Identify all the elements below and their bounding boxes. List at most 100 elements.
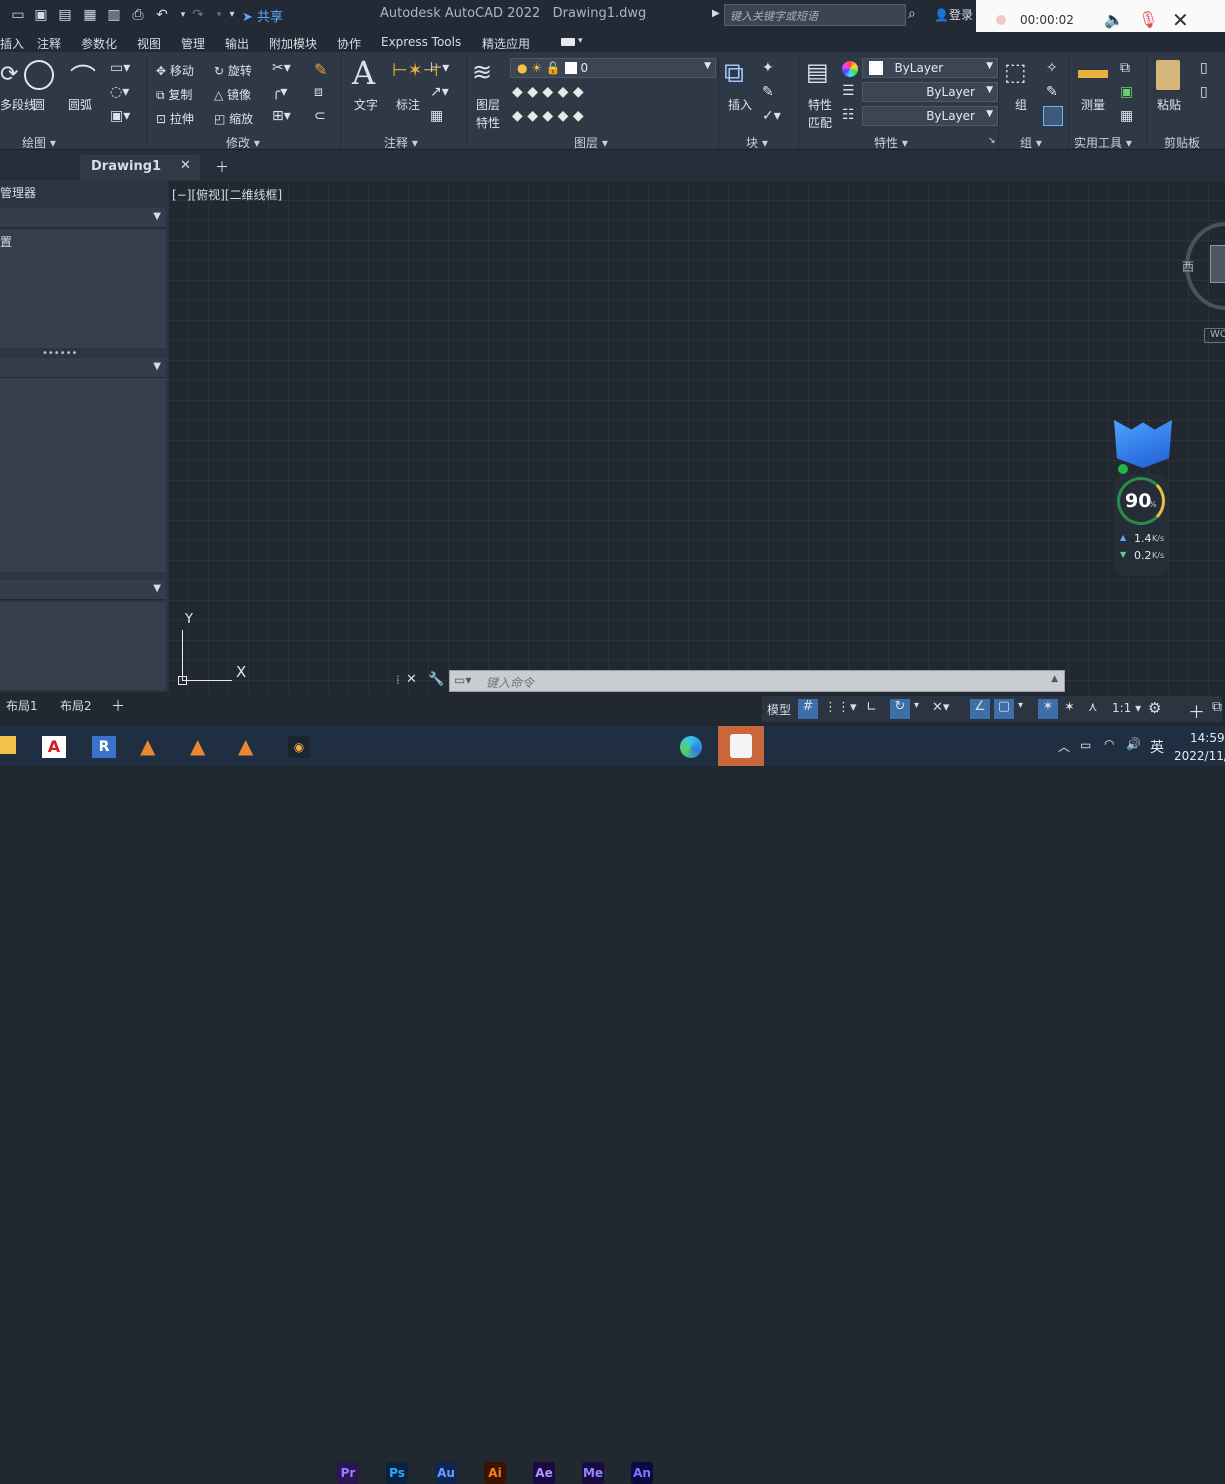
group-icon[interactable]: ⬚: [1004, 58, 1027, 86]
rotate-button[interactable]: ↻ 旋转: [214, 62, 252, 79]
group-button[interactable]: 组: [1015, 96, 1027, 113]
revit-icon[interactable]: R: [92, 736, 116, 758]
share-button[interactable]: ➤ 共享: [242, 6, 283, 25]
text-button[interactable]: 文字: [354, 96, 378, 113]
palette-dropdown-2[interactable]: ▼: [0, 358, 166, 378]
array-icon[interactable]: ⧈: [314, 84, 323, 100]
ribbon-minimize-icon[interactable]: [561, 38, 575, 46]
photoshop-icon[interactable]: Ps: [386, 1462, 408, 1484]
ungroup-icon[interactable]: ✧: [1046, 60, 1058, 76]
matlab-icon-1[interactable]: ▲: [140, 734, 155, 758]
move-button[interactable]: ✥ 移动: [156, 62, 194, 79]
autocad-icon[interactable]: A: [42, 736, 66, 758]
group-edit-icon[interactable]: ✎: [1046, 84, 1058, 100]
annotation-scale-icon[interactable]: ⋏: [1088, 700, 1098, 715]
modify-panel-title[interactable]: 修改 ▾: [226, 134, 260, 151]
redo-icon[interactable]: ↷: [190, 6, 206, 24]
boundary-icon[interactable]: ▣▾: [110, 108, 130, 124]
draw-panel-title[interactable]: 绘图 ▾: [22, 134, 56, 151]
command-customize-icon[interactable]: 🔧: [428, 672, 444, 687]
copy-clip-icon[interactable]: ▯: [1200, 84, 1208, 100]
tab-addins[interactable]: 附加模块: [269, 35, 317, 52]
command-close-icon[interactable]: ✕: [406, 672, 417, 687]
osnap-dropdown-icon[interactable]: ▾: [1018, 700, 1023, 711]
ribbon-minimize-dropdown-icon[interactable]: ▾: [578, 36, 583, 46]
linear-dim-icon[interactable]: ⊢▾: [430, 60, 449, 76]
snap-icon[interactable]: ⋮⋮▾: [824, 700, 857, 715]
command-prompt-icon[interactable]: ▭▾: [454, 673, 471, 687]
clock-date[interactable]: 2022/11/: [1174, 749, 1225, 763]
measure-button[interactable]: 测量: [1081, 96, 1105, 113]
layers-panel-title[interactable]: 图层 ▾: [574, 134, 608, 151]
layer-properties-label-2[interactable]: 特性: [476, 114, 500, 131]
polyline-button[interactable]: 多段线: [0, 96, 36, 113]
create-block-icon[interactable]: ✦: [762, 60, 774, 76]
annotation-panel-title[interactable]: 注释 ▾: [384, 134, 418, 151]
customize-qat-icon[interactable]: ▾: [224, 6, 240, 24]
volume-icon[interactable]: 🔊: [1126, 737, 1141, 751]
fillet-icon[interactable]: ╭▾: [272, 84, 287, 100]
tab-featured-apps[interactable]: 精选应用: [482, 35, 530, 52]
scale-button[interactable]: ◰ 缩放: [214, 110, 253, 127]
wifi-icon[interactable]: ◠: [1104, 737, 1114, 751]
layer-tools-row-2-icon[interactable]: ◆ ◆ ◆ ◆ ◆: [512, 108, 584, 124]
file-explorer-icon[interactable]: [0, 736, 16, 754]
undo-icon[interactable]: ↶: [154, 6, 170, 24]
close-tab-icon[interactable]: ✕: [180, 158, 191, 173]
measure-icon[interactable]: [1078, 70, 1108, 78]
tab-drawing1[interactable]: Drawing1 ✕: [80, 155, 200, 180]
linetype-dropdown[interactable]: ByLayer ▼: [862, 82, 998, 102]
search-icon[interactable]: ⌕: [908, 6, 916, 22]
groups-panel-title[interactable]: 组 ▾: [1020, 134, 1042, 151]
cut-icon[interactable]: ▯: [1200, 60, 1208, 76]
tab-express-tools[interactable]: Express Tools: [381, 35, 461, 49]
scale-dropdown[interactable]: 1:1 ▾: [1112, 701, 1141, 715]
annotation-visibility-icon[interactable]: ✶: [1038, 699, 1058, 719]
expand-arrow-icon[interactable]: ▶: [712, 8, 720, 19]
open-icon[interactable]: ▭: [10, 6, 26, 24]
arc-icon[interactable]: ⌒: [70, 58, 96, 95]
audition-icon[interactable]: Au: [435, 1462, 457, 1484]
premiere-icon[interactable]: Pr: [337, 1462, 359, 1484]
drawing-canvas[interactable]: [168, 180, 1225, 692]
save-icon[interactable]: ▣: [33, 6, 49, 24]
viewcube-face[interactable]: [1210, 245, 1225, 283]
grid-icon[interactable]: #: [798, 699, 818, 719]
save-as-icon[interactable]: ▤: [57, 6, 73, 24]
object-snap-icon[interactable]: ▢: [994, 699, 1014, 719]
lineweight-dropdown[interactable]: ByLayer ▼: [862, 106, 998, 126]
select-all-icon[interactable]: ▣: [1120, 84, 1133, 100]
model-space-button[interactable]: 模型: [767, 701, 791, 718]
close-icon[interactable]: ✕: [1172, 8, 1189, 32]
insert-block-icon[interactable]: ⧉: [724, 56, 744, 90]
fullscreen-icon[interactable]: ⧉: [1212, 699, 1222, 715]
viewcube-west-label[interactable]: 西: [1182, 258, 1194, 275]
circle-icon[interactable]: [24, 60, 54, 90]
polar-dropdown-icon[interactable]: ▾: [914, 700, 919, 711]
color-wheel-icon[interactable]: [842, 61, 858, 77]
palette-dropdown-1[interactable]: ▼: [0, 208, 166, 228]
tab-insert[interactable]: 插入: [0, 35, 24, 52]
tab-layout2[interactable]: 布局2: [60, 697, 92, 714]
clipboard-panel-title[interactable]: 剪贴板: [1164, 134, 1200, 151]
copy-button[interactable]: ⧉ 复制: [156, 86, 192, 103]
attribute-icon[interactable]: ✓▾: [762, 108, 781, 124]
color-dropdown[interactable]: ByLayer ▼: [862, 58, 998, 78]
table-icon[interactable]: ▦: [430, 108, 443, 124]
command-grip-icon[interactable]: ⁞: [396, 673, 400, 687]
tab-annotate[interactable]: 注释: [37, 35, 61, 52]
calculator-icon[interactable]: ▦: [1120, 108, 1133, 124]
quick-select-icon[interactable]: ⧉: [1120, 60, 1130, 76]
leader-icon[interactable]: ↗▾: [430, 84, 449, 100]
match-properties-label-2[interactable]: 匹配: [808, 114, 832, 131]
match-properties-label[interactable]: 特性: [808, 96, 832, 113]
animate-icon[interactable]: An: [631, 1462, 653, 1484]
tab-manage[interactable]: 管理: [181, 35, 205, 52]
offset-icon[interactable]: ⊂: [314, 108, 326, 124]
illustrator-icon[interactable]: Ai: [484, 1462, 506, 1484]
undo-dropdown-icon[interactable]: ▾: [175, 6, 191, 24]
mirror-button[interactable]: △ 镜像: [214, 86, 251, 103]
circle-button[interactable]: 圆: [33, 96, 45, 113]
match-properties-icon[interactable]: ▤: [806, 58, 829, 86]
erase-icon[interactable]: ✎: [314, 60, 327, 79]
